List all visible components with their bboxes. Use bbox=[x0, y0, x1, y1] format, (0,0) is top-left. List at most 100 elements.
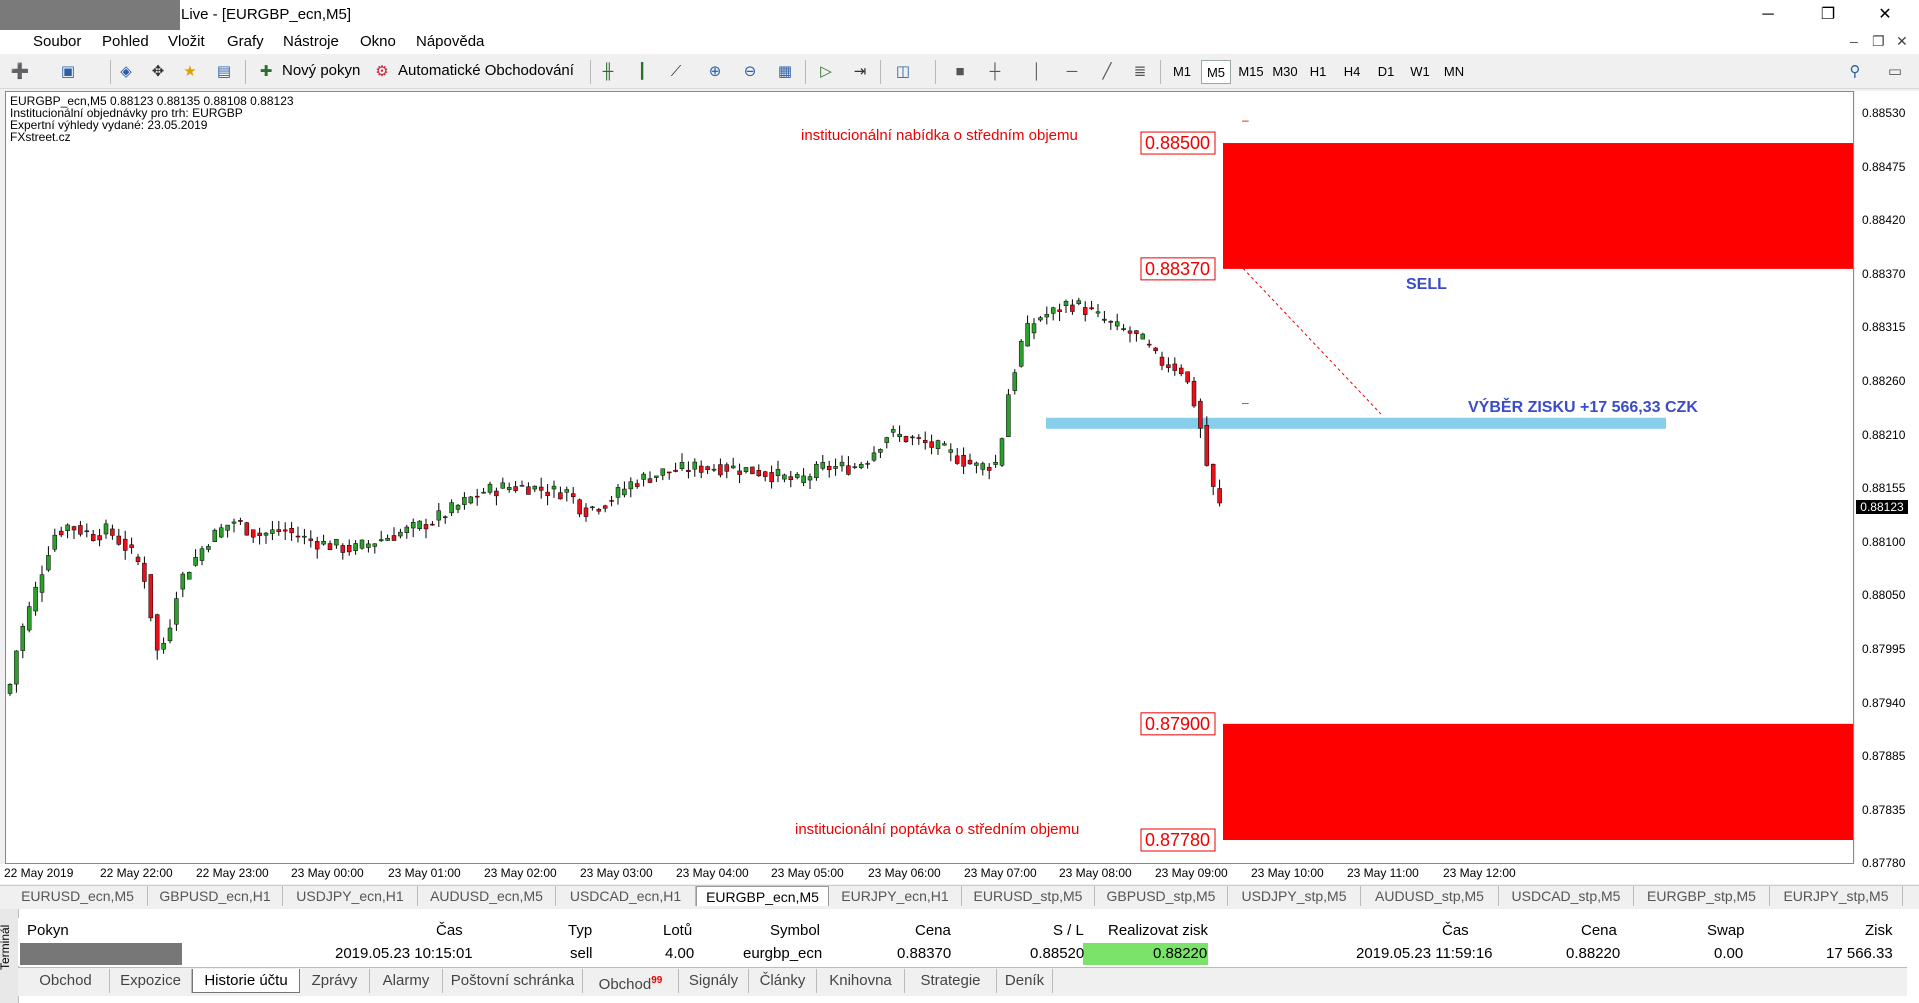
candle-body bbox=[558, 492, 563, 500]
timeframe-m5[interactable]: M5 bbox=[1201, 60, 1231, 84]
candlestick-icon[interactable]: ┃ bbox=[632, 62, 652, 82]
timeframe-m15[interactable]: M15 bbox=[1235, 60, 1267, 84]
profiles-icon[interactable]: ▣ bbox=[58, 62, 78, 82]
vertical-line-icon[interactable]: │ bbox=[1027, 62, 1047, 82]
col-profit[interactable]: Zisk bbox=[1865, 920, 1893, 942]
terminal-tab[interactable]: Historie účtu bbox=[192, 969, 300, 993]
timeframe-h1[interactable]: H1 bbox=[1303, 60, 1333, 84]
cursor-icon[interactable]: ■ bbox=[950, 62, 970, 82]
supply-zone[interactable] bbox=[1223, 143, 1854, 269]
new-order-icon[interactable]: ✚ bbox=[256, 62, 276, 82]
col-price-close[interactable]: Cena bbox=[1581, 920, 1617, 942]
terminal-tab[interactable]: Obchod bbox=[22, 969, 110, 993]
candle-body bbox=[78, 525, 83, 535]
col-lots[interactable]: Lotů bbox=[663, 920, 692, 942]
child-minimize-button[interactable]: ‒ bbox=[1850, 33, 1858, 49]
terminal-tab[interactable]: Zprávy bbox=[300, 969, 370, 993]
history-row[interactable] bbox=[18, 942, 1907, 966]
col-time-open[interactable]: Čas bbox=[436, 920, 463, 942]
terminal-tab[interactable]: Strategie bbox=[905, 969, 997, 993]
restore-button[interactable]: ❐ bbox=[1805, 0, 1851, 30]
autoscroll-icon[interactable]: ▷ bbox=[816, 62, 836, 82]
symbol-tab[interactable]: EURGBP_ecn,M5 bbox=[696, 886, 829, 906]
menu-grafy[interactable]: Grafy bbox=[227, 33, 264, 50]
timeframe-h4[interactable]: H4 bbox=[1337, 60, 1367, 84]
bar-chart-icon[interactable]: ╫ bbox=[598, 62, 618, 82]
indicators-icon[interactable]: ◫ bbox=[893, 62, 913, 82]
search-icon[interactable]: ⚲ bbox=[1845, 62, 1865, 82]
navigator-icon[interactable]: ✥ bbox=[148, 62, 168, 82]
new-order-button[interactable]: Nový pokyn bbox=[282, 62, 360, 79]
timeframe-m30[interactable]: M30 bbox=[1269, 60, 1301, 84]
terminal-tab[interactable]: Poštovní schránka bbox=[443, 969, 583, 993]
col-swap[interactable]: Swap bbox=[1707, 920, 1745, 942]
profit-label: VÝBĚR ZISKU +17 566,33 CZK bbox=[1468, 397, 1698, 416]
menu-soubor[interactable]: Soubor bbox=[33, 33, 81, 50]
timeframe-d1[interactable]: D1 bbox=[1371, 60, 1401, 84]
child-restore-button[interactable]: ❐ bbox=[1872, 33, 1885, 50]
fibonacci-icon[interactable]: ≣ bbox=[1130, 62, 1150, 82]
zoom-in-icon[interactable]: ⊕ bbox=[705, 62, 725, 82]
terminal-tab[interactable]: Články bbox=[749, 969, 817, 993]
trendline-icon[interactable]: ╱ bbox=[1097, 62, 1117, 82]
minimize-button[interactable]: ─ bbox=[1745, 0, 1791, 30]
child-close-button[interactable]: ✕ bbox=[1896, 33, 1908, 50]
market-watch-icon[interactable]: ◈ bbox=[116, 62, 136, 82]
menu-pohled[interactable]: Pohled bbox=[102, 33, 149, 50]
col-symbol[interactable]: Symbol bbox=[770, 920, 820, 942]
symbol-tab[interactable]: USDJPY_ecn,H1 bbox=[283, 886, 418, 906]
symbol-tab[interactable]: USDCAD_stp,M5 bbox=[1499, 886, 1634, 906]
col-order[interactable]: Pokyn bbox=[27, 920, 69, 942]
col-type[interactable]: Typ bbox=[568, 920, 592, 942]
favorites-icon[interactable]: ★ bbox=[180, 62, 200, 82]
candle-body bbox=[238, 520, 243, 522]
terminal-tab[interactable]: Expozice bbox=[110, 969, 192, 993]
terminal-tab[interactable]: Deník bbox=[997, 969, 1053, 993]
col-take-profit[interactable]: Realizovat zisk bbox=[1108, 920, 1208, 942]
symbol-tab[interactable]: GBPUSD_stp,M5 bbox=[1095, 886, 1228, 906]
col-stop-loss[interactable]: S / L bbox=[1053, 920, 1084, 942]
support-line[interactable] bbox=[1046, 417, 1666, 429]
horizontal-line-icon[interactable]: ─ bbox=[1062, 62, 1082, 82]
col-time-close[interactable]: Čas bbox=[1442, 920, 1469, 942]
symbol-tab[interactable]: EURUSD_stp,M5 bbox=[962, 886, 1095, 906]
timeframe-w1[interactable]: W1 bbox=[1405, 60, 1435, 84]
tile-windows-icon[interactable]: ▦ bbox=[775, 62, 795, 82]
symbol-tab[interactable]: AUDUSD_ecn,M5 bbox=[418, 886, 556, 906]
timeframe-mn[interactable]: MN bbox=[1439, 60, 1469, 84]
menu-vlozit[interactable]: Vložit bbox=[168, 33, 205, 50]
menu-okno[interactable]: Okno bbox=[360, 33, 396, 50]
chart-info-line: FXstreet.cz bbox=[10, 130, 71, 144]
demand-zone[interactable] bbox=[1223, 723, 1854, 840]
candle-body bbox=[1121, 328, 1126, 330]
menu-nastroje[interactable]: Nástroje bbox=[283, 33, 339, 50]
zoom-out-icon[interactable]: ⊖ bbox=[740, 62, 760, 82]
terminal-icon[interactable]: ▤ bbox=[214, 62, 234, 82]
symbol-tab[interactable]: EURUSD_ecn,M5 bbox=[8, 886, 148, 906]
symbol-tab[interactable]: EURJPY_ecn,H1 bbox=[829, 886, 962, 906]
candle-body bbox=[1210, 463, 1216, 487]
auto-trading-button[interactable]: Automatické Obchodování bbox=[398, 62, 574, 79]
symbol-tab[interactable]: USDJPY_stp,M5 bbox=[1228, 886, 1361, 906]
candle-body bbox=[282, 529, 288, 532]
symbol-tab[interactable]: GBPUSD_ecn,H1 bbox=[148, 886, 283, 906]
symbol-tab[interactable]: EURGBP_stp,M5 bbox=[1634, 886, 1770, 906]
menu-napoveda[interactable]: Nápověda bbox=[416, 33, 484, 50]
terminal-tab[interactable]: Alarmy bbox=[370, 969, 443, 993]
symbol-tab[interactable]: AUDUSD_stp,M5 bbox=[1361, 886, 1499, 906]
close-button[interactable]: ✕ bbox=[1862, 0, 1908, 30]
terminal-tab[interactable]: Knihovna bbox=[817, 969, 905, 993]
chat-icon[interactable]: ▭ bbox=[1885, 62, 1905, 82]
new-chart-icon[interactable]: ➕ bbox=[10, 62, 30, 82]
line-chart-icon[interactable]: ⟋ bbox=[666, 62, 686, 82]
terminal-tab[interactable]: Signály bbox=[679, 969, 749, 993]
timeframe-m1[interactable]: M1 bbox=[1167, 60, 1197, 84]
price-chart[interactable]: ↘ ‒ ‒ 0.88500 0.88370 0.87900 0.87780 instituci… bbox=[5, 91, 1854, 864]
symbol-tab[interactable]: EURJPY_stp,M5 bbox=[1770, 886, 1903, 906]
auto-trading-icon[interactable]: ⚙ bbox=[372, 62, 392, 82]
terminal-tab[interactable]: Obchod99 bbox=[583, 969, 679, 993]
symbol-tab[interactable]: USDCAD_ecn,H1 bbox=[556, 886, 696, 906]
chart-shift-icon[interactable]: ⇥ bbox=[850, 62, 870, 82]
crosshair-icon[interactable]: ┼ bbox=[985, 62, 1005, 82]
col-price-open[interactable]: Cena bbox=[915, 920, 951, 942]
